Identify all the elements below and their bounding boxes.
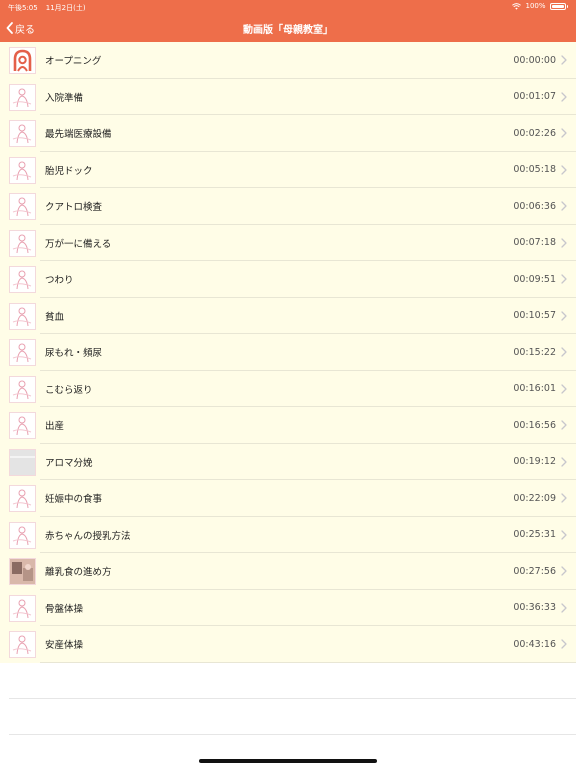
battery-percent: 100% (525, 2, 546, 10)
video-thumbnail (9, 375, 36, 403)
video-timestamp: 00:43:16 (513, 638, 556, 650)
status-bar-left: 午後5:05 11月2日(土) (8, 3, 86, 13)
video-title: 離乳食の進め方 (45, 567, 112, 579)
video-thumbnail (9, 412, 36, 439)
video-title: オープニング (45, 56, 102, 68)
chevron-right-icon (561, 274, 567, 284)
video-thumbnail (9, 120, 36, 147)
video-title: こむら返り (45, 384, 93, 396)
video-timestamp: 00:25:31 (513, 529, 556, 541)
video-thumbnail (9, 83, 36, 111)
navigation-bar: 午後5:05 11月2日(土) 100% 戻る 動画版「母親教室」 (0, 0, 576, 42)
video-timestamp: 00:05:18 (513, 164, 556, 176)
video-thumbnail (9, 485, 36, 512)
chevron-right-icon (561, 201, 567, 211)
video-thumbnail (9, 448, 36, 476)
video-title: つわり (45, 275, 74, 287)
page-title: 動画版「母親教室」 (243, 25, 333, 36)
video-timestamp: 00:07:18 (513, 237, 556, 249)
chevron-right-icon (561, 383, 567, 394)
home-indicator (199, 759, 377, 763)
chevron-right-icon (561, 456, 567, 467)
divider (9, 698, 576, 699)
list-item[interactable]: 出産 00:16:56 (0, 407, 576, 444)
video-thumbnail (9, 631, 36, 658)
video-thumbnail (9, 558, 36, 585)
video-timestamp: 00:00:00 (513, 54, 556, 66)
chevron-right-icon (561, 128, 567, 138)
list-item[interactable]: 妊娠中の食事 00:22:09 (0, 480, 576, 517)
chevron-right-icon (561, 91, 567, 102)
video-timestamp: 00:01:07 (513, 91, 556, 103)
list-item[interactable]: 離乳食の進め方 00:27:56 (0, 553, 576, 590)
video-timestamp: 00:02:26 (513, 127, 556, 139)
list-item[interactable]: 万が一に備える 00:07:18 (0, 224, 576, 261)
video-title: 妊娠中の食事 (45, 494, 103, 506)
video-thumbnail (9, 47, 36, 74)
video-timestamp: 00:16:56 (513, 419, 556, 431)
list-item[interactable]: 胎児ドック 00:05:18 (0, 151, 576, 188)
video-timestamp: 00:16:01 (513, 383, 556, 395)
video-timestamp: 00:19:12 (513, 456, 556, 468)
video-timestamp: 00:22:09 (513, 492, 556, 504)
video-thumbnail (9, 339, 36, 366)
video-timestamp: 00:27:56 (513, 565, 556, 577)
video-timestamp: 00:15:22 (513, 346, 556, 358)
video-title: 貧血 (45, 311, 65, 323)
video-title: 尿もれ・頻尿 (45, 348, 103, 360)
video-list: オープニング 00:00:00 入院準備 00:01:07 最先端医療設備 00:02:2… (0, 42, 576, 663)
video-title: 赤ちゃんの授乳方法 (45, 530, 131, 542)
video-timestamp: 00:10:57 (513, 310, 556, 322)
chevron-right-icon (561, 639, 567, 649)
video-thumbnail (9, 156, 36, 184)
video-thumbnail (9, 193, 36, 220)
list-item[interactable]: 入院準備 00:01:07 (0, 78, 576, 115)
list-item[interactable]: 赤ちゃんの授乳方法 00:25:31 (0, 516, 576, 553)
video-thumbnail (9, 266, 36, 293)
wifi-icon (512, 2, 522, 10)
video-thumbnail (9, 302, 36, 330)
list-item[interactable]: こむら返り 00:16:01 (0, 370, 576, 407)
chevron-right-icon (561, 237, 567, 248)
chevron-right-icon (561, 420, 567, 430)
video-timestamp: 00:36:33 (513, 602, 556, 614)
chevron-right-icon (561, 347, 567, 357)
video-thumbnail (9, 594, 36, 622)
chevron-right-icon (561, 566, 567, 576)
chevron-right-icon (561, 310, 567, 321)
chevron-right-icon (561, 493, 567, 503)
chevron-right-icon (561, 164, 567, 175)
battery-icon (549, 2, 566, 10)
video-title: 入院準備 (45, 92, 84, 104)
status-date: 11月2日(土) (45, 4, 86, 12)
list-item[interactable]: 貧血 00:10:57 (0, 297, 576, 334)
chevron-right-icon (561, 55, 567, 65)
video-thumbnail (9, 521, 36, 549)
video-title: 出産 (45, 421, 65, 433)
video-title: 安産体操 (45, 640, 84, 652)
list-item[interactable]: クアトロ検査 00:06:36 (0, 188, 576, 225)
divider (9, 734, 576, 735)
chevron-right-icon (561, 602, 567, 613)
list-item[interactable]: 骨盤体操 00:36:33 (0, 589, 576, 626)
video-title: クアトロ検査 (45, 202, 103, 214)
list-item[interactable]: 尿もれ・頻尿 00:15:22 (0, 334, 576, 371)
list-item[interactable]: つわり 00:09:51 (0, 261, 576, 298)
video-title: 胎児ドック (45, 165, 93, 177)
status-bar-right: 100% (512, 2, 568, 10)
list-item[interactable]: アロマ分娩 00:19:12 (0, 443, 576, 480)
chevron-right-icon (561, 529, 567, 540)
video-title: 最先端医療設備 (45, 129, 112, 141)
video-timestamp: 00:09:51 (513, 273, 556, 285)
list-item[interactable]: 最先端医療設備 00:02:26 (0, 115, 576, 152)
video-title: 骨盤体操 (45, 603, 84, 615)
video-thumbnail (9, 229, 36, 257)
status-time: 午後5:05 (8, 4, 38, 12)
list-item[interactable]: 安産体操 00:43:16 (0, 626, 576, 663)
video-timestamp: 00:06:36 (513, 200, 556, 212)
video-title: 万が一に備える (45, 238, 112, 250)
video-title: アロマ分娩 (45, 457, 93, 469)
list-item[interactable]: オープニング 00:00:00 (0, 42, 576, 79)
